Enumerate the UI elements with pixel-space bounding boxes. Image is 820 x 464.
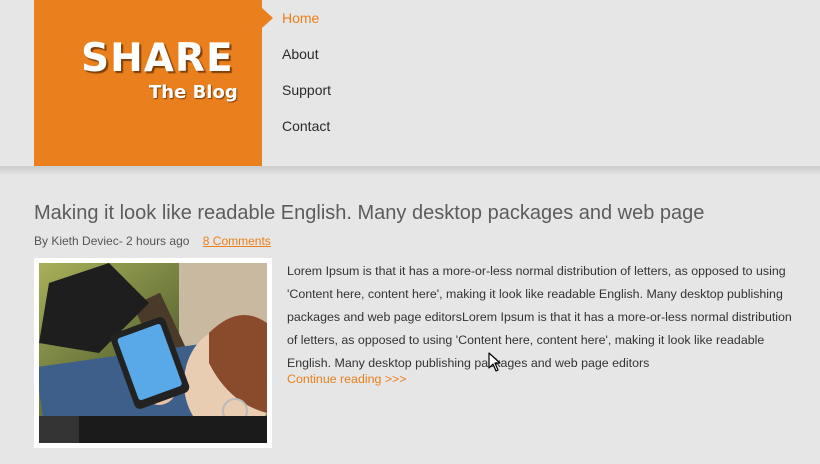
- thumbnail-control-bar: [39, 416, 267, 443]
- logo-subtitle: The Blog: [149, 82, 238, 103]
- post-author-date: By Kieth Deviec- 2 hours ago: [34, 234, 190, 248]
- post-thumbnail: [39, 263, 267, 443]
- mouse-cursor-icon: [488, 352, 501, 372]
- continue-reading-link[interactable]: Continue reading >>>: [287, 372, 407, 386]
- nav-item-support[interactable]: Support: [282, 82, 331, 98]
- logo-title: SHARE: [81, 36, 234, 81]
- site-header: SHARE The Blog Home About Support Contac…: [0, 0, 820, 166]
- post-excerpt: Lorem Ipsum is that it has a more-or-les…: [287, 264, 792, 370]
- nav-item-contact[interactable]: Contact: [282, 118, 330, 134]
- post-title[interactable]: Making it look like readable English. Ma…: [34, 202, 704, 225]
- post-thumbnail-frame[interactable]: [34, 258, 272, 448]
- header-divider: [0, 166, 820, 175]
- nav-item-home[interactable]: Home: [282, 10, 319, 26]
- site-logo[interactable]: SHARE The Blog: [34, 0, 262, 166]
- post-meta: By Kieth Deviec- 2 hours ago 8 Comments: [34, 234, 271, 248]
- nav-item-about[interactable]: About: [282, 46, 319, 62]
- thumbnail-control-block: [39, 416, 79, 443]
- comments-link[interactable]: 8 Comments: [203, 234, 271, 248]
- active-nav-arrow-icon: [262, 8, 273, 28]
